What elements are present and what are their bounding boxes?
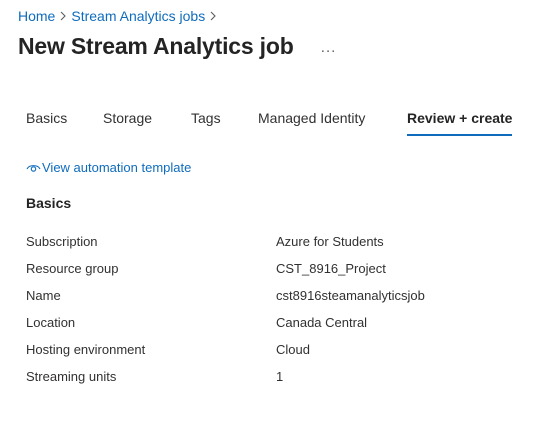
- tab-managed-identity[interactable]: Managed Identity: [258, 108, 407, 138]
- breadcrumb-home[interactable]: Home: [18, 8, 55, 24]
- summary-value: CST_8916_Project: [276, 261, 386, 276]
- summary-value: cst8916steamanalyticsjob: [276, 288, 425, 303]
- summary-key: Resource group: [26, 261, 119, 276]
- view-automation-template-link[interactable]: View automation template: [26, 160, 191, 175]
- view-automation-template-label: View automation template: [42, 160, 192, 175]
- summary-key: Location: [26, 315, 76, 330]
- tab-storage[interactable]: Storage: [103, 108, 191, 138]
- page-title: New Stream Analytics job: [18, 33, 294, 59]
- breadcrumb: Home Stream Analytics jobs: [18, 7, 221, 25]
- summary-row-location: Location Canada Central: [26, 315, 526, 342]
- tab-basics[interactable]: Basics: [26, 108, 103, 138]
- summary-table: Subscription Azure for Students Resource…: [26, 234, 526, 396]
- summary-key: Hosting environment: [26, 342, 146, 357]
- summary-key: Subscription: [26, 234, 98, 249]
- summary-row-streaming-units: Streaming units 1: [26, 369, 526, 396]
- chevron-right-icon: [205, 11, 221, 21]
- summary-key: Name: [26, 288, 61, 303]
- tab-tags[interactable]: Tags: [191, 108, 258, 138]
- title-row: New Stream Analytics job ...: [18, 33, 340, 60]
- summary-row-hosting-environment: Hosting environment Cloud: [26, 342, 526, 369]
- section-heading-basics: Basics: [26, 195, 72, 211]
- summary-value: Azure for Students: [276, 234, 384, 249]
- summary-value: Cloud: [276, 342, 310, 357]
- summary-row-resource-group: Resource group CST_8916_Project: [26, 261, 526, 288]
- wizard-tabs: Basics Storage Tags Managed Identity Rev…: [26, 108, 513, 138]
- summary-row-name: Name cst8916steamanalyticsjob: [26, 288, 526, 315]
- eye-icon: [26, 162, 41, 174]
- summary-value: Canada Central: [276, 315, 368, 330]
- summary-value: 1: [276, 369, 284, 384]
- page: Home Stream Analytics jobs New Stream An…: [0, 0, 546, 442]
- summary-key: Streaming units: [26, 369, 117, 384]
- breadcrumb-stream-analytics-jobs[interactable]: Stream Analytics jobs: [71, 8, 205, 24]
- chevron-right-icon: [55, 11, 71, 21]
- summary-row-subscription: Subscription Azure for Students: [26, 234, 526, 261]
- more-options-button[interactable]: ...: [318, 37, 340, 59]
- tab-review-create[interactable]: Review + create: [407, 108, 513, 138]
